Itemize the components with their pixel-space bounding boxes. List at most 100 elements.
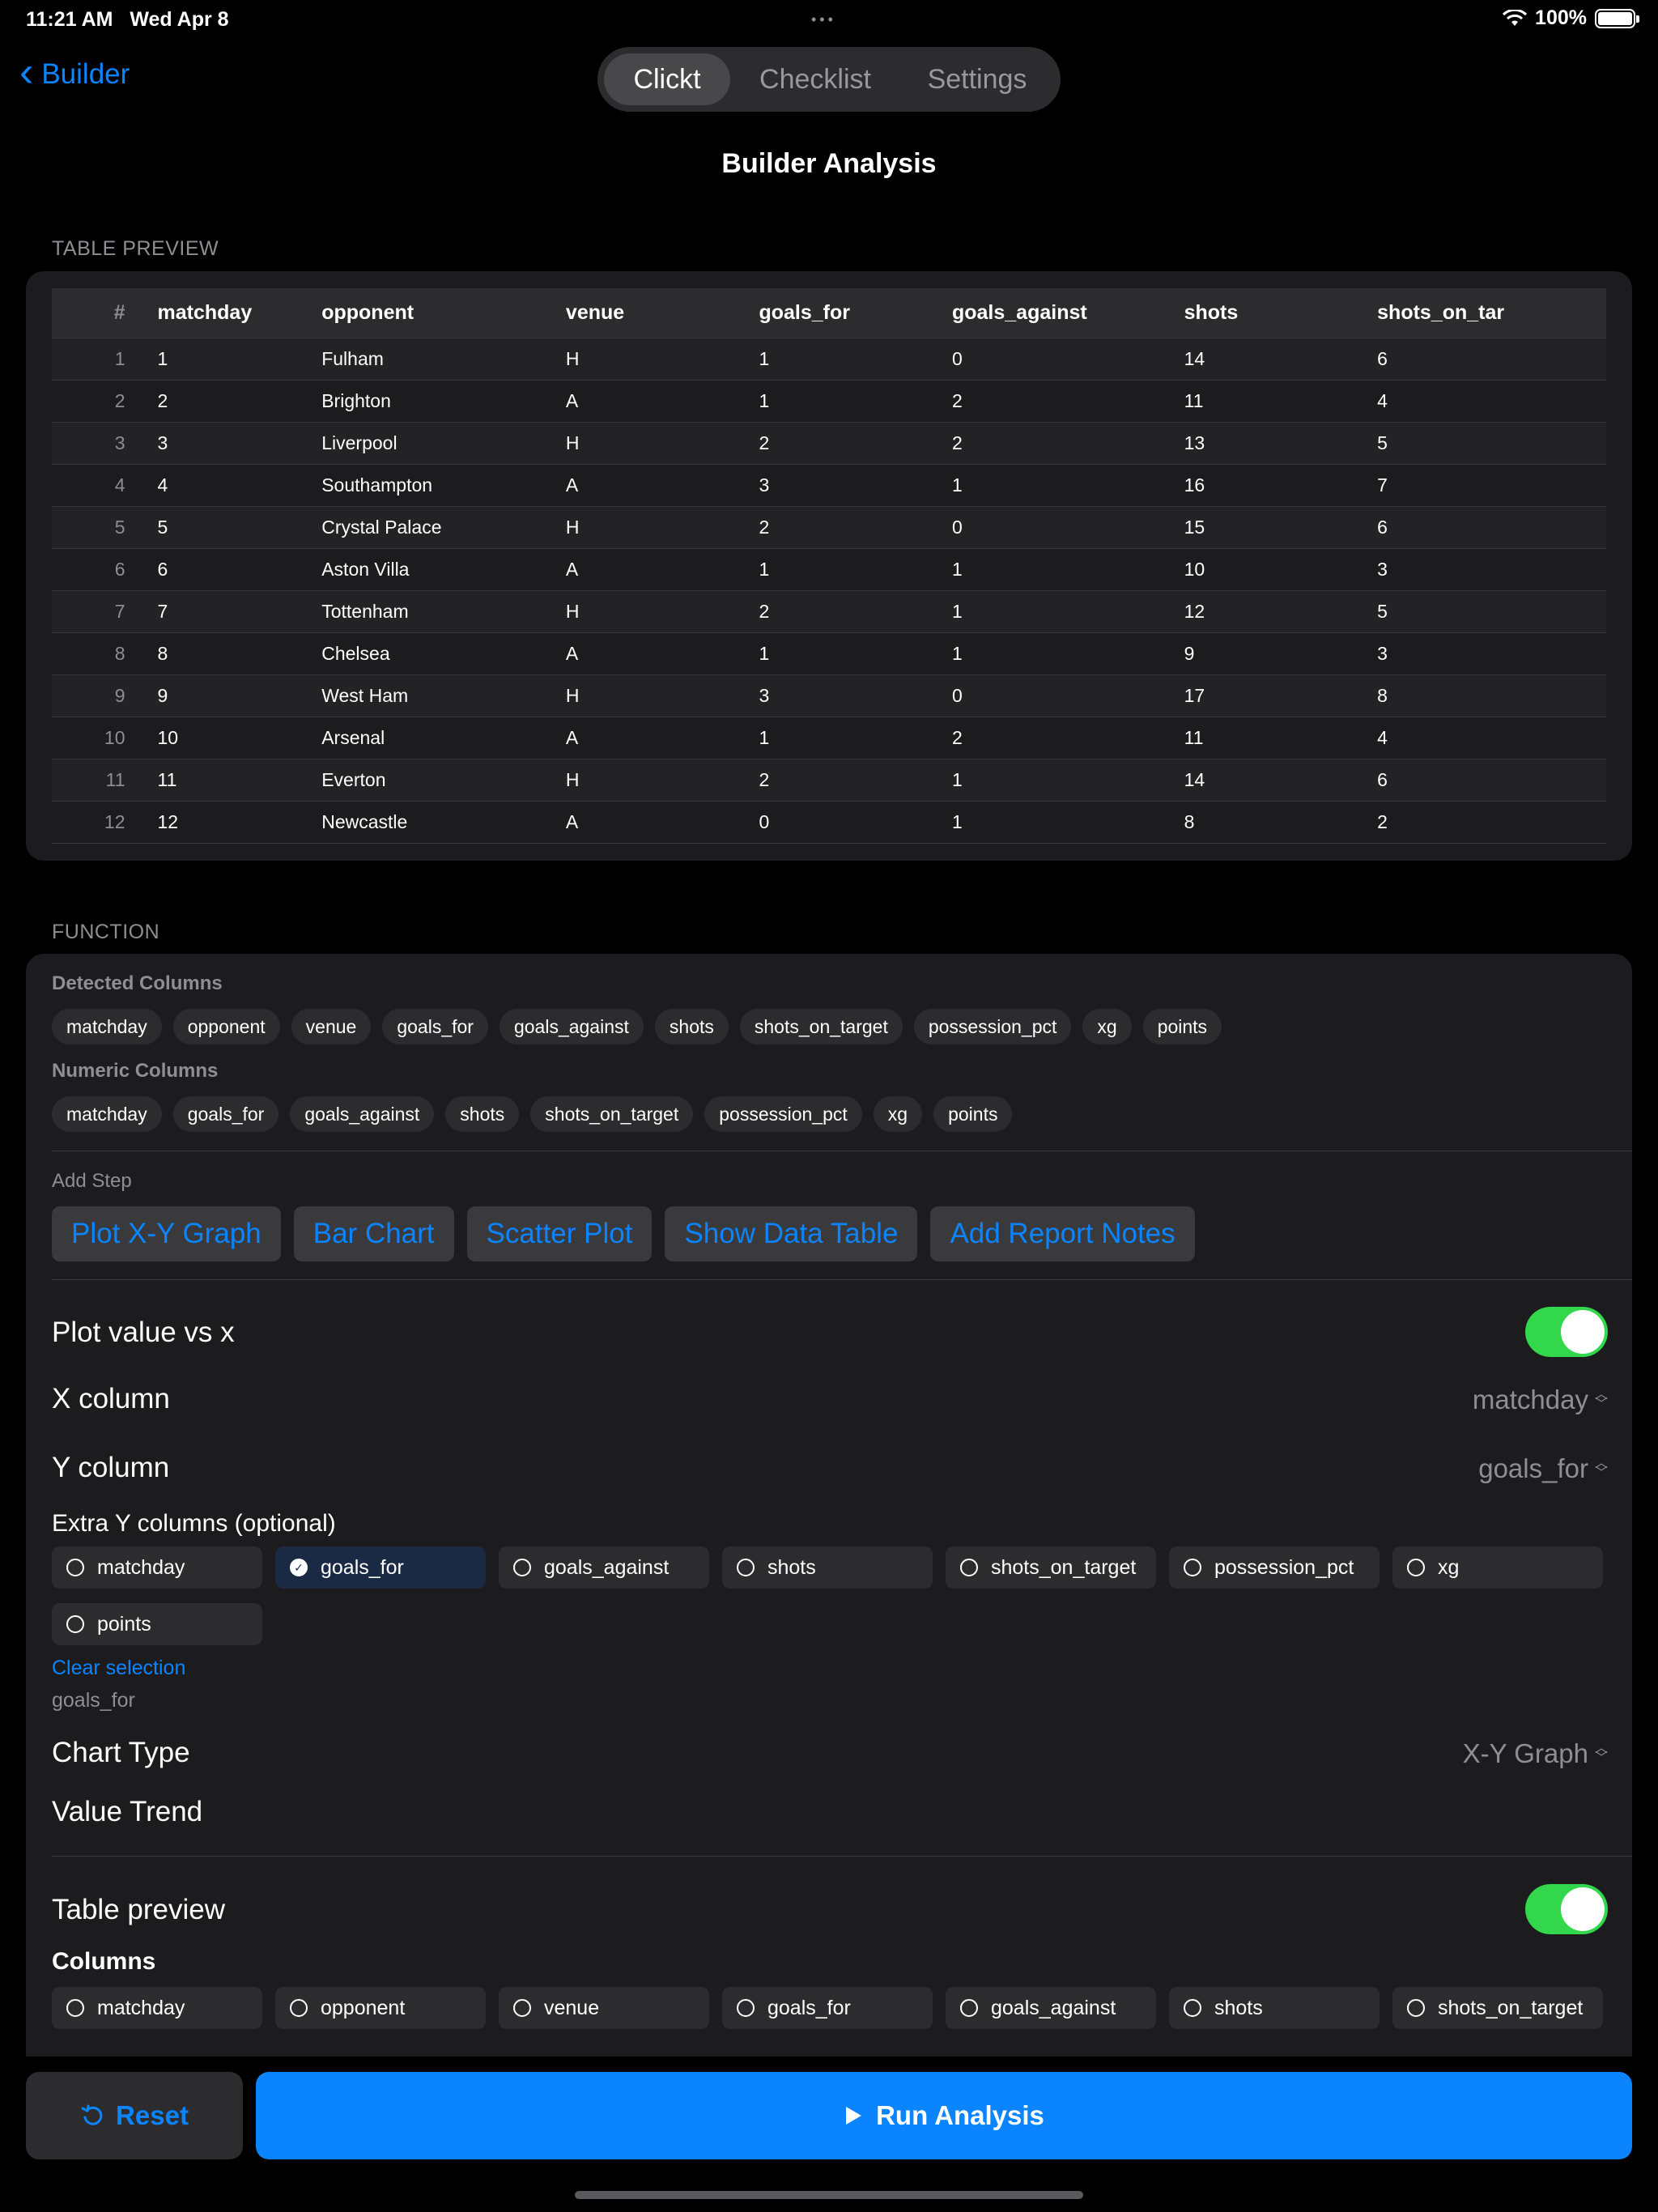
table-cell: 11: [157, 769, 177, 790]
table-cell: 0: [951, 685, 963, 706]
table-cell: A: [565, 643, 579, 664]
home-indicator[interactable]: [575, 2191, 1083, 2199]
column-chip: points: [933, 1096, 1013, 1132]
table-cell: 10: [104, 727, 125, 748]
table-cell: 6: [1377, 348, 1388, 369]
multitasking-dots-icon[interactable]: •••: [811, 11, 836, 28]
table-cell: 12: [1184, 601, 1205, 622]
column-option[interactable]: shots_on_target: [1392, 1987, 1603, 2029]
table-cell: 3: [114, 432, 125, 453]
add-step-buttons: Plot X-Y Graph Bar Chart Scatter Plot Sh…: [52, 1206, 1195, 1261]
table-cell: 15: [1184, 517, 1205, 538]
x-column-value: matchday: [1472, 1385, 1588, 1414]
numeric-columns-list: matchday goals_for goals_against shots shots…: [52, 1096, 1013, 1132]
table-cell: 6: [114, 559, 125, 580]
column-option[interactable]: venue: [499, 1987, 709, 2029]
column-header: #: [113, 301, 125, 324]
column-option-label: points: [97, 1612, 151, 1636]
table-cell: 6: [1377, 769, 1388, 790]
status-time: 11:21 AM Wed Apr 8: [26, 8, 229, 31]
run-analysis-button[interactable]: Run Analysis: [256, 2072, 1632, 2159]
tab-settings[interactable]: Settings: [900, 53, 1054, 105]
table-cell: 4: [1377, 390, 1388, 411]
chart-type-picker[interactable]: X-Y Graph ︿ ﹀: [1463, 1738, 1608, 1769]
table-preview-header: TABLE PREVIEW: [52, 237, 219, 260]
column-option[interactable]: shots_on_target: [946, 1546, 1156, 1589]
table-cell: 1: [951, 643, 963, 664]
column-option[interactable]: shots: [1169, 1987, 1380, 2029]
column-option[interactable]: shots: [722, 1546, 933, 1589]
battery-percent: 100%: [1535, 6, 1587, 29]
table-cell: 0: [759, 811, 770, 832]
y-column-picker[interactable]: goals_for ︿ ﹀: [1478, 1453, 1608, 1484]
column-option[interactable]: possession_pct: [1169, 1546, 1380, 1589]
clear-selection-link[interactable]: Clear selection: [52, 1657, 185, 1680]
circle-icon: [66, 1615, 84, 1633]
table-cell: 2: [114, 390, 125, 411]
table-step-toggle[interactable]: [1525, 1884, 1608, 1934]
chart-type-label: Chart Type: [52, 1737, 190, 1768]
column-chip: goals_against: [499, 1009, 644, 1044]
column-option[interactable]: goals_against: [946, 1987, 1156, 2029]
x-column-picker[interactable]: matchday ︿ ﹀: [1473, 1385, 1608, 1415]
add-xy-graph-button[interactable]: Plot X-Y Graph: [52, 1206, 281, 1261]
table-row: 3 3 Liverpool H 2 2 13 5: [52, 423, 1606, 465]
add-report-notes-button[interactable]: Add Report Notes: [930, 1206, 1195, 1261]
column-option-label: goals_for: [767, 1996, 851, 2019]
table-row: 6 6 Aston Villa A 1 1 10 3: [52, 549, 1606, 591]
column-option-label: shots_on_target: [1438, 1996, 1584, 2019]
y-column-value: goals_for: [1478, 1453, 1588, 1483]
table-cell: H: [565, 685, 580, 706]
table-cell: Arsenal: [321, 727, 385, 748]
column-chip: possession_pct: [704, 1096, 862, 1132]
table-cell: 3: [1377, 559, 1388, 580]
column-option[interactable]: matchday: [52, 1987, 262, 2029]
reset-button[interactable]: Reset: [26, 2072, 243, 2159]
table-cell: 4: [1377, 727, 1388, 748]
column-option[interactable]: ✓ goals_for: [275, 1546, 486, 1589]
plot-step-toggle[interactable]: [1525, 1307, 1608, 1357]
checkmark-circle-icon: ✓: [290, 1559, 308, 1576]
data-table[interactable]: # matchday opponent venue goals_for goals_aga…: [52, 288, 1606, 844]
table-cell: 2: [759, 517, 770, 538]
column-option[interactable]: opponent: [275, 1987, 486, 2029]
column-option-label: matchday: [97, 1555, 185, 1579]
column-option-label: goals_against: [991, 1996, 1116, 2019]
back-button[interactable]: ‹ Builder: [19, 51, 130, 93]
column-header: matchday: [157, 301, 253, 324]
add-bar-chart-button[interactable]: Bar Chart: [293, 1206, 454, 1261]
column-option[interactable]: xg: [1392, 1546, 1603, 1589]
circle-icon: [513, 1559, 531, 1576]
column-option[interactable]: goals_against: [499, 1546, 709, 1589]
column-header: goals_for: [759, 301, 850, 324]
table-cell: 8: [114, 643, 125, 664]
table-cell: 11: [105, 769, 125, 790]
table-row: 5 5 Crystal Palace H 2 0 15 6: [52, 507, 1606, 549]
chevron-up-down-icon: ︿ ﹀: [1594, 1457, 1608, 1480]
add-data-table-button[interactable]: Show Data Table: [665, 1206, 918, 1261]
table-cell: 17: [1184, 685, 1205, 706]
table-cell: 5: [1377, 432, 1388, 453]
table-cell: 3: [157, 432, 168, 453]
column-chip: goals_for: [172, 1096, 279, 1132]
circle-icon: [1407, 1559, 1425, 1576]
page-title: Builder Analysis: [721, 148, 937, 179]
circle-icon: [1407, 1999, 1425, 2017]
tab-checklist[interactable]: Checklist: [730, 53, 900, 105]
table-row: 7 7 Tottenham H 2 1 12 5: [52, 591, 1606, 633]
table-cell: 12: [104, 811, 125, 832]
tab-clickt[interactable]: Clickt: [604, 53, 730, 105]
table-cell: H: [565, 601, 580, 622]
column-option[interactable]: points: [52, 1603, 262, 1645]
chart-title-value[interactable]: Value Trend: [52, 1796, 202, 1828]
table-cell: 2: [951, 390, 963, 411]
table-cell: 0: [951, 348, 963, 369]
numeric-columns-label: Numeric Columns: [52, 1060, 219, 1082]
table-cell: Crystal Palace: [321, 517, 442, 538]
table-cell: 11: [1184, 390, 1204, 411]
column-option[interactable]: matchday: [52, 1546, 262, 1589]
column-option[interactable]: goals_for: [722, 1987, 933, 2029]
add-scatter-plot-button[interactable]: Scatter Plot: [466, 1206, 653, 1261]
column-chip: xg: [873, 1096, 923, 1132]
table-cell: 1: [951, 769, 963, 790]
